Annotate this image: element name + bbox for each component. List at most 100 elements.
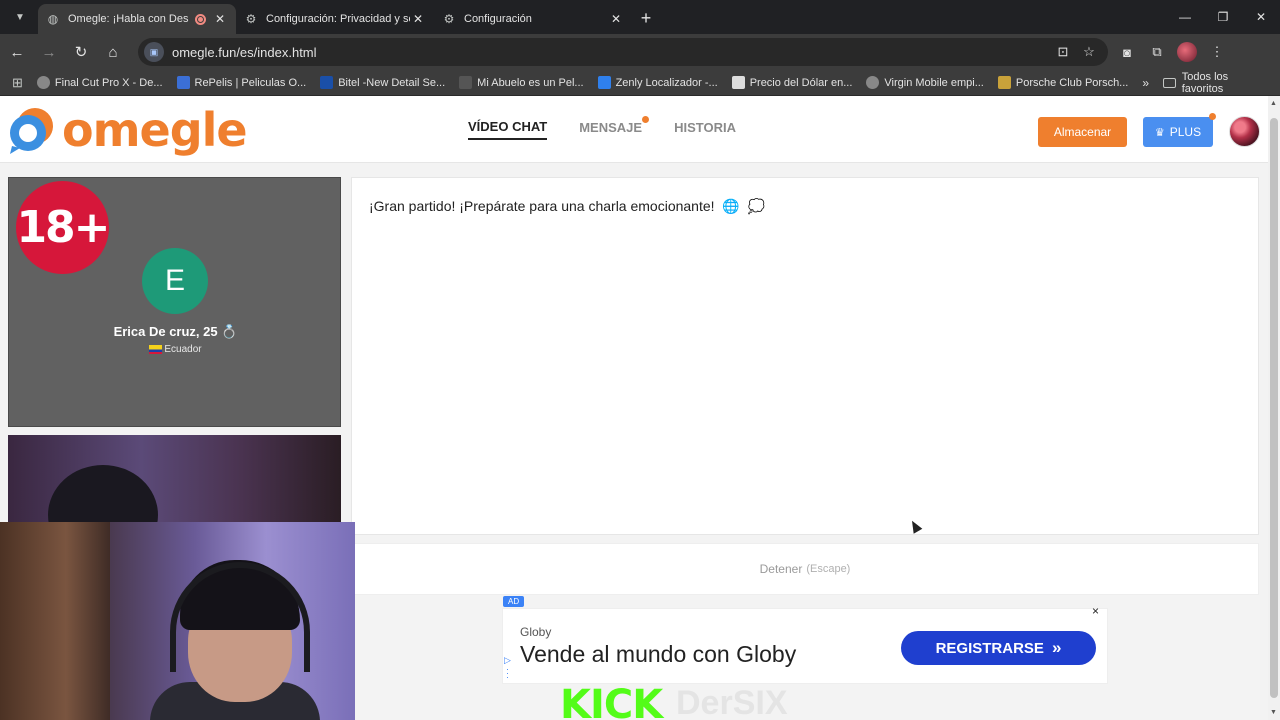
main-nav: VÍDEO CHAT MENSAJE HISTORIA	[468, 96, 768, 163]
logo-bubble-icon	[10, 108, 53, 154]
home-icon[interactable]: ⌂	[98, 37, 128, 67]
plus-button[interactable]: ♛ PLUS	[1143, 113, 1216, 147]
user-avatar[interactable]	[1229, 116, 1260, 147]
channel-watermark: DerSIX	[676, 684, 788, 720]
tab-title: Omegle: ¡Habla con Descon	[68, 13, 189, 25]
streamer-webcam-overlay	[0, 522, 355, 720]
folder-icon	[1163, 77, 1176, 88]
url-text[interactable]: omegle.fun/es/index.html	[172, 45, 1050, 60]
ad-tag: AD	[503, 596, 525, 607]
forward-icon[interactable]: →	[34, 37, 64, 67]
stranger-country: Ecuador	[9, 344, 342, 355]
nav-history[interactable]: HISTORIA	[674, 120, 736, 139]
bookmark-favicon-icon	[459, 76, 473, 89]
notification-dot	[1209, 113, 1216, 120]
minimize-icon[interactable]: —	[1166, 0, 1204, 34]
star-icon[interactable]: ☆	[1076, 44, 1102, 60]
tab-omegle[interactable]: ◍ Omegle: ¡Habla con Descon ✕	[38, 4, 236, 34]
bookmark-item[interactable]: Bitel -New Detail Se...	[320, 76, 445, 89]
camera-icon[interactable]: ◙	[1112, 45, 1142, 60]
bookmark-item[interactable]: Porsche Club Porsch...	[997, 76, 1128, 89]
profile-avatar[interactable]	[1177, 42, 1197, 62]
nav-video-chat[interactable]: VÍDEO CHAT	[468, 119, 548, 140]
ecuador-flag-icon	[149, 345, 163, 354]
apps-grid-icon[interactable]: ⊞	[12, 75, 23, 91]
bookmark-favicon-icon	[320, 76, 334, 89]
thought-bubble-icon: 💭	[747, 198, 766, 214]
browser-tab-bar: ▼ ◍ Omegle: ¡Habla con Descon ✕ ⚙ Config…	[0, 0, 1280, 34]
tab-close-icon[interactable]: ✕	[608, 12, 624, 26]
ring-icon: 💍	[221, 324, 238, 339]
bookmark-favicon-icon	[176, 76, 190, 89]
ad-headline: Vende al mundo con Globy	[520, 641, 797, 667]
bookmarks-bar: ⊞ Final Cut Pro X - De... RePelis | Peli…	[0, 70, 1280, 96]
bookmark-item[interactable]: Precio del Dólar en...	[731, 76, 852, 89]
window-controls: — ❐ ✕	[1166, 0, 1280, 34]
store-button[interactable]: Almacenar	[1038, 117, 1127, 147]
tab-settings[interactable]: ⚙ Configuración ✕	[434, 4, 632, 34]
extensions-icon[interactable]: ⧉	[1142, 44, 1172, 60]
bookmark-item[interactable]: Zenly Localizador -...	[597, 76, 718, 89]
stop-label: Detener	[759, 562, 803, 576]
kick-logo-overlay: KICK	[560, 682, 663, 720]
logo-text: omegle	[62, 103, 248, 157]
chat-message: ¡Gran partido! ¡Prepárate para una charl…	[369, 198, 766, 214]
ad-options-icon[interactable]: · · ·	[506, 665, 509, 682]
tab-search-chevron-icon[interactable]: ▼	[6, 4, 34, 30]
install-app-icon[interactable]: ⊡	[1050, 44, 1076, 60]
tab-privacy-settings[interactable]: ⚙ Configuración: Privacidad y seg ✕	[236, 4, 434, 34]
omegle-logo[interactable]: omegle	[8, 103, 248, 157]
bookmark-favicon-icon	[997, 76, 1011, 89]
ad-brand: Globy	[520, 625, 552, 639]
menu-dots-icon[interactable]: ⋮	[1202, 44, 1232, 60]
ad-banner[interactable]: Globy Vende al mundo con Globy REGISTRAR…	[502, 604, 1108, 684]
bookmarks-overflow-icon[interactable]: »	[1142, 76, 1149, 90]
bookmark-favicon-icon	[866, 76, 880, 89]
headset-icon	[170, 562, 310, 672]
site-header: omegle VÍDEO CHAT MENSAJE HISTORIA Almac…	[0, 96, 1268, 163]
chat-panel: ¡Gran partido! ¡Prepárate para una charl…	[351, 177, 1259, 535]
browser-toolbar: ← → ↻ ⌂ ▣ omegle.fun/es/index.html ⊡ ☆ ◙…	[0, 34, 1280, 70]
double-chevron-right-icon: »	[1051, 638, 1062, 657]
tab-title: Configuración: Privacidad y seg	[266, 13, 410, 25]
scrollbar-thumb[interactable]	[1270, 118, 1278, 698]
bookmark-favicon-icon	[731, 76, 745, 89]
restore-icon[interactable]: ❐	[1204, 0, 1242, 34]
stop-button[interactable]: Detener (Escape)	[351, 543, 1259, 595]
new-tab-icon[interactable]: +	[632, 4, 660, 32]
tab-close-icon[interactable]: ✕	[212, 12, 228, 26]
stop-shortcut-hint: (Escape)	[806, 563, 851, 575]
bookmark-item[interactable]: Mi Abuelo es un Pel...	[459, 76, 584, 89]
scroll-up-icon[interactable]: ▲	[1270, 100, 1277, 107]
globe-icon: ◍	[47, 12, 59, 26]
stranger-avatar: E	[142, 248, 208, 314]
nav-message[interactable]: MENSAJE	[579, 116, 650, 139]
bookmark-favicon-icon	[36, 76, 50, 89]
bookmark-item[interactable]: Final Cut Pro X - De...	[36, 76, 163, 89]
reload-icon[interactable]: ↻	[66, 37, 96, 67]
address-bar[interactable]: ▣ omegle.fun/es/index.html ⊡ ☆	[138, 38, 1108, 66]
bookmark-favicon-icon	[597, 76, 611, 89]
scroll-down-icon[interactable]: ▼	[1270, 709, 1277, 716]
back-icon[interactable]: ←	[2, 37, 32, 67]
recording-icon	[195, 13, 206, 25]
stranger-name: Erica De cruz, 25 💍	[113, 324, 238, 339]
gear-icon: ⚙	[245, 12, 257, 26]
stranger-video-panel: 18+ E Erica De cruz, 25 💍 Ecuador	[8, 177, 341, 427]
gear-icon: ⚙	[443, 12, 455, 26]
bookmark-item[interactable]: Virgin Mobile empi...	[866, 76, 984, 89]
notification-dot	[642, 116, 650, 123]
all-bookmarks-folder[interactable]: Todos los favoritos	[1163, 71, 1270, 95]
site-info-icon[interactable]: ▣	[144, 42, 164, 62]
page-scrollbar[interactable]: ▲ ▼	[1268, 96, 1280, 720]
webcam-background	[0, 522, 110, 720]
ad-close-icon[interactable]: ×	[1092, 604, 1099, 618]
bookmark-item[interactable]: RePelis | Peliculas O...	[176, 76, 306, 89]
tab-title: Configuración	[464, 13, 532, 25]
ad-register-button[interactable]: REGISTRARSE»	[901, 631, 1096, 665]
self-video-panel	[8, 435, 341, 535]
crown-icon: ♛	[1154, 126, 1165, 139]
tab-close-icon[interactable]: ✕	[410, 12, 426, 26]
close-window-icon[interactable]: ✕	[1242, 0, 1280, 34]
globe-emoji-icon: 🌐	[722, 198, 740, 214]
